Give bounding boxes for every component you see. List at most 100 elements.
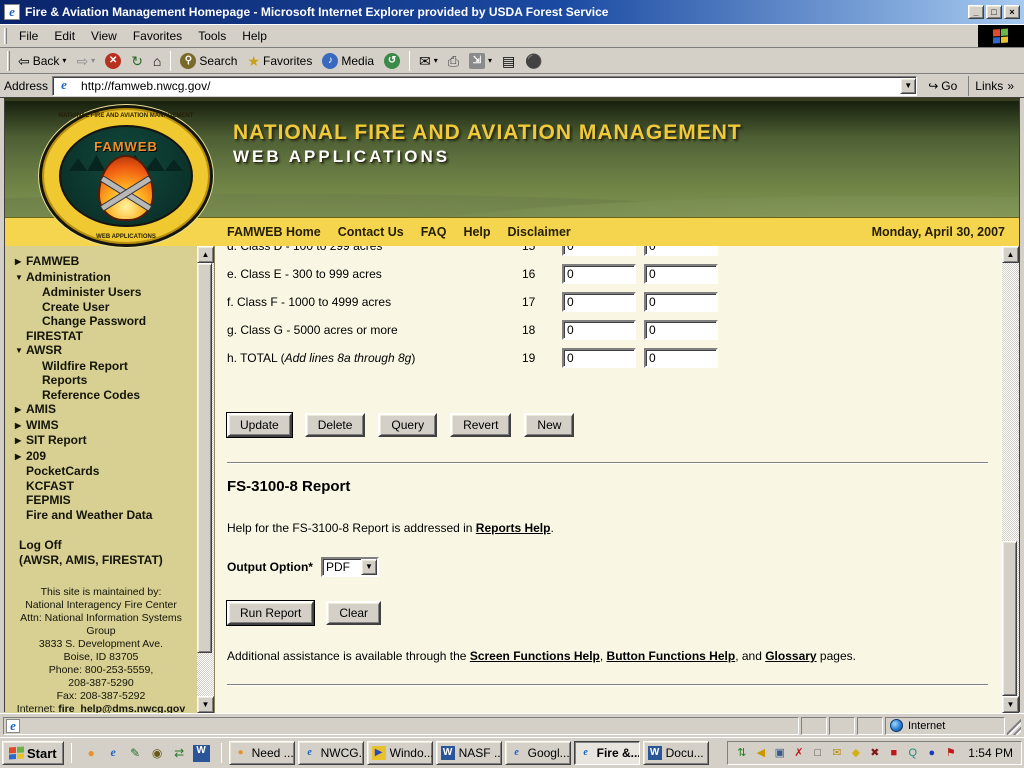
- collapse-arrow-icon[interactable]: ▼: [15, 344, 26, 359]
- messenger-button[interactable]: ⚫: [520, 52, 547, 70]
- delete-button[interactable]: Delete: [305, 413, 366, 437]
- stop-button[interactable]: ✕: [100, 51, 126, 71]
- resize-grip[interactable]: [1007, 717, 1021, 735]
- address-input[interactable]: e http://famweb.nwcg.gov/ ▼: [52, 76, 917, 96]
- menu-grip[interactable]: [4, 28, 7, 44]
- sidebar-scroll-track[interactable]: [197, 263, 214, 696]
- sidebar-item-reference-codes[interactable]: Reference Codes: [5, 388, 197, 403]
- task-button-nasf[interactable]: WNASF ...: [436, 741, 502, 765]
- menu-edit[interactable]: Edit: [46, 26, 83, 46]
- mail-button[interactable]: ✉▾: [414, 52, 443, 70]
- collapse-arrow-icon[interactable]: ▼: [15, 271, 26, 286]
- sidebar-item-create-user[interactable]: Create User: [5, 300, 197, 315]
- home-button[interactable]: ⌂: [148, 52, 166, 70]
- sidebar-scrollbar[interactable]: ▲ ▼: [197, 246, 214, 713]
- task-button-windows-media[interactable]: ▶Windo...: [367, 741, 433, 765]
- menu-favorites[interactable]: Favorites: [125, 26, 190, 46]
- word-quicklaunch-icon[interactable]: W: [193, 745, 210, 762]
- sidebar-item-sit-report[interactable]: ▶SIT Report: [5, 433, 197, 449]
- links-toolbar[interactable]: Links »: [968, 76, 1020, 96]
- menu-file[interactable]: File: [11, 26, 46, 46]
- volume-icon[interactable]: ◀: [753, 746, 768, 761]
- refresh-button[interactable]: ↻: [126, 52, 148, 70]
- sidebar-item-administration[interactable]: ▼Administration: [5, 270, 197, 286]
- minimize-button[interactable]: _: [968, 5, 984, 19]
- task-button-need[interactable]: ●Need ...: [229, 741, 295, 765]
- sidebar-item-amis[interactable]: ▶AMIS: [5, 402, 197, 418]
- update-button[interactable]: Update: [227, 413, 292, 437]
- expand-arrow-icon[interactable]: ▶: [15, 450, 26, 465]
- sidebar-scroll-thumb[interactable]: [197, 263, 212, 653]
- fullscreen-button[interactable]: ⇲▾: [464, 51, 497, 71]
- sync-quicklaunch-icon[interactable]: ⇄: [171, 745, 188, 762]
- acres-field[interactable]: [644, 264, 718, 284]
- reports-help-link[interactable]: Reports Help: [476, 521, 551, 535]
- sidebar-item-fepmis[interactable]: FEPMIS: [5, 493, 197, 508]
- content-scroll-track[interactable]: [1002, 263, 1019, 696]
- sidebar-item-awsr[interactable]: ▼AWSR: [5, 343, 197, 359]
- maximize-button[interactable]: □: [986, 5, 1002, 19]
- tivoli-icon[interactable]: ■: [886, 746, 901, 761]
- display-icon[interactable]: □: [810, 746, 825, 761]
- clear-button[interactable]: Clear: [326, 601, 381, 625]
- acres-field[interactable]: [644, 292, 718, 312]
- history-button[interactable]: ↺: [379, 51, 405, 71]
- sidebar-item-wildfire-report[interactable]: Wildfire Report: [5, 359, 197, 374]
- expand-arrow-icon[interactable]: ▶: [15, 403, 26, 418]
- sidebar-item-209[interactable]: ▶209: [5, 449, 197, 465]
- network-computers-icon[interactable]: ▣: [772, 746, 787, 761]
- sidebar-item-fire-weather-data[interactable]: Fire and Weather Data: [5, 508, 197, 523]
- button-functions-help-link[interactable]: Button Functions Help: [607, 649, 736, 663]
- query-button[interactable]: Query: [378, 413, 437, 437]
- expand-arrow-icon[interactable]: ▶: [15, 419, 26, 434]
- acres-field[interactable]: [644, 246, 718, 256]
- toolbar-grip[interactable]: [7, 51, 10, 71]
- sidebar-item-reports[interactable]: Reports: [5, 373, 197, 388]
- scroll-up-icon[interactable]: ▲: [197, 246, 214, 263]
- nav-faq[interactable]: FAQ: [421, 225, 447, 239]
- media-button[interactable]: ♪ Media: [317, 51, 379, 71]
- nav-contact-us[interactable]: Contact Us: [338, 225, 404, 239]
- address-dropdown-icon[interactable]: ▼: [900, 78, 916, 94]
- glossary-link[interactable]: Glossary: [765, 649, 816, 663]
- scroll-down-icon[interactable]: ▼: [1002, 696, 1019, 713]
- count-field[interactable]: [562, 320, 636, 340]
- notes-icon[interactable]: ✉: [829, 746, 844, 761]
- content-scrollbar[interactable]: ▲ ▼: [1002, 246, 1019, 713]
- output-option-select[interactable]: PDF ▼: [321, 557, 379, 577]
- close-button[interactable]: ×: [1004, 5, 1020, 19]
- flag-icon[interactable]: ⚑: [943, 746, 958, 761]
- forward-button[interactable]: ⇨ ▾: [71, 52, 100, 70]
- run-report-button[interactable]: Run Report: [227, 601, 314, 625]
- print-button[interactable]: ⎙: [443, 52, 464, 70]
- new-button[interactable]: New: [524, 413, 574, 437]
- task-button-fire-aviation[interactable]: eFire &...: [574, 741, 640, 765]
- menu-view[interactable]: View: [83, 26, 125, 46]
- menu-tools[interactable]: Tools: [190, 26, 234, 46]
- log-off-link[interactable]: Log Off: [19, 538, 197, 553]
- expand-arrow-icon[interactable]: ▶: [15, 255, 26, 270]
- famweb-quicklaunch-icon[interactable]: ●: [83, 745, 100, 762]
- sidebar-item-change-password[interactable]: Change Password: [5, 314, 197, 329]
- scroll-down-icon[interactable]: ▼: [197, 696, 214, 713]
- screen-functions-help-link[interactable]: Screen Functions Help: [470, 649, 600, 663]
- nav-famweb-home[interactable]: FAMWEB Home: [227, 225, 321, 239]
- content-scroll-thumb[interactable]: [1002, 541, 1017, 696]
- favorites-button[interactable]: ★ Favorites: [242, 52, 317, 70]
- diamond-icon[interactable]: ◆: [848, 746, 863, 761]
- swirl-icon[interactable]: Q: [905, 746, 920, 761]
- task-button-google[interactable]: eGoogl...: [505, 741, 571, 765]
- start-button[interactable]: Start: [2, 741, 64, 765]
- acres-field[interactable]: [644, 320, 718, 340]
- edit-button[interactable]: ▤: [497, 52, 520, 70]
- expand-arrow-icon[interactable]: ▶: [15, 434, 26, 449]
- task-button-document[interactable]: WDocu...: [643, 741, 709, 765]
- forward-dropdown-icon[interactable]: ▾: [91, 56, 95, 65]
- back-button[interactable]: ⇦ Back ▾: [13, 52, 71, 70]
- count-field[interactable]: [562, 348, 636, 368]
- go-button[interactable]: ↪ Go: [921, 76, 964, 96]
- sidebar-item-pocketcards[interactable]: PocketCards: [5, 464, 197, 479]
- menu-help[interactable]: Help: [234, 26, 275, 46]
- scroll-up-icon[interactable]: ▲: [1002, 246, 1019, 263]
- dropdown-arrow-icon[interactable]: ▼: [361, 559, 377, 575]
